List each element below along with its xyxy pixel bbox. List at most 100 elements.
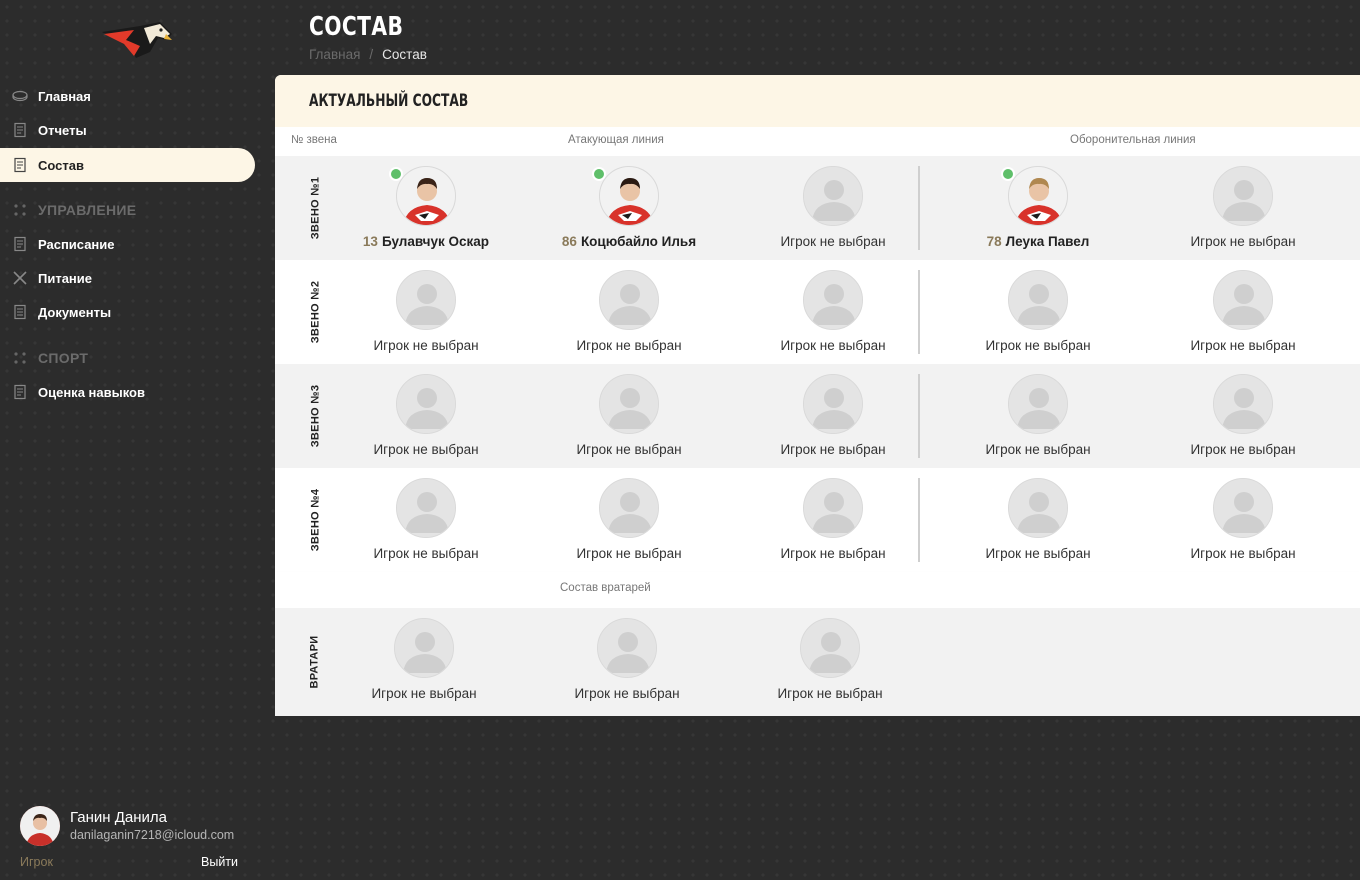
placeholder-avatar-icon	[800, 618, 860, 678]
player-fullname: Леука Павел	[1005, 234, 1090, 249]
nav-label: Главная	[38, 88, 91, 104]
empty-player-slot[interactable]: Игрок не выбран	[738, 166, 928, 256]
player-fullname: Коцюбайло Илья	[580, 234, 697, 249]
nav-item-food[interactable]: Питание	[0, 261, 255, 295]
nav-label: Состав	[38, 157, 84, 173]
empty-player-slot[interactable]: Игрок не выбран	[738, 270, 928, 360]
roster-icon	[12, 157, 28, 173]
placeholder-avatar-icon	[396, 478, 456, 538]
report-icon	[12, 122, 28, 138]
hawk-logo[interactable]	[100, 18, 174, 60]
line-row: ЗВЕНО №1 13 Булавчук Оскар 86 Коцюбайло Илья…	[275, 156, 1360, 260]
empty-slot-label: Игрок не выбран	[1190, 442, 1296, 457]
section-label: УПРАВЛЕНИЕ	[38, 202, 137, 218]
empty-player-slot[interactable]: Игрок не выбран	[735, 618, 925, 708]
line-label: ЗВЕНО №1	[309, 176, 322, 240]
row-label: ЗВЕНО №2	[301, 260, 329, 364]
roster-panel: АКТУАЛЬНЫЙ СОСТАВ № звена Атакующая лини…	[275, 75, 1360, 716]
online-status-dot	[592, 167, 606, 181]
breadcrumb: Главная / Состав	[309, 47, 427, 62]
nav-label: Документы	[38, 304, 112, 320]
empty-player-slot[interactable]: Игрок не выбран	[534, 374, 724, 464]
nav-item-reports[interactable]: Отчеты	[0, 113, 255, 147]
empty-player-slot[interactable]: Игрок не выбран	[943, 374, 1133, 464]
row-label: ВРАТАРИ	[301, 608, 329, 716]
column-header-defense: Оборонительная линия	[1070, 134, 1196, 146]
line-row: ЗВЕНО №2 Игрок не выбран Игрок не выбран Иг…	[275, 260, 1360, 364]
food-icon	[12, 270, 28, 286]
empty-player-slot[interactable]: Игрок не выбран	[534, 270, 724, 360]
placeholder-avatar-icon	[599, 374, 659, 434]
line-row: ЗВЕНО №4 Игрок не выбран Игрок не выбран Иг…	[275, 468, 1360, 572]
empty-player-slot[interactable]: Игрок не выбран	[1148, 270, 1338, 360]
row-label: ЗВЕНО №4	[301, 468, 329, 572]
placeholder-avatar-icon	[1008, 478, 1068, 538]
empty-player-slot[interactable]: Игрок не выбран	[1148, 478, 1338, 568]
goalies-label: ВРАТАРИ	[309, 635, 321, 689]
placeholder-avatar-icon	[1008, 270, 1068, 330]
empty-player-slot[interactable]: Игрок не выбран	[331, 270, 521, 360]
empty-player-slot[interactable]: Игрок не выбран	[738, 478, 928, 568]
column-header-line-number: № звена	[291, 134, 337, 146]
empty-slot-label: Игрок не выбран	[574, 686, 680, 701]
empty-slot-label: Игрок не выбран	[985, 546, 1091, 561]
placeholder-avatar-icon	[803, 166, 863, 226]
online-status-dot	[389, 167, 403, 181]
panel-title: АКТУАЛЬНЫЙ СОСТАВ	[309, 91, 469, 111]
row-label: ЗВЕНО №3	[301, 364, 329, 468]
empty-slot-label: Игрок не выбран	[780, 546, 886, 561]
empty-player-slot[interactable]: Игрок не выбран	[943, 478, 1133, 568]
online-status-dot	[1001, 167, 1015, 181]
empty-player-slot[interactable]: Игрок не выбран	[532, 618, 722, 708]
breadcrumb-separator: /	[369, 47, 374, 62]
section-management: УПРАВЛЕНИЕ	[12, 198, 136, 222]
breadcrumb-home[interactable]: Главная	[309, 47, 360, 62]
empty-player-slot[interactable]: Игрок не выбран	[534, 478, 724, 568]
avatar[interactable]	[20, 806, 60, 846]
empty-player-slot[interactable]: Игрок не выбран	[329, 618, 519, 708]
placeholder-avatar-icon	[1008, 374, 1068, 434]
user-role: Игрок	[20, 855, 53, 869]
placeholder-avatar-icon	[599, 478, 659, 538]
column-header-attack: Атакующая линия	[568, 134, 664, 146]
section-label: СПОРТ	[38, 350, 89, 366]
player-slot[interactable]: 78 Леука Павел	[943, 166, 1133, 256]
empty-player-slot[interactable]: Игрок не выбран	[331, 374, 521, 464]
empty-slot-label: Игрок не выбран	[1190, 546, 1296, 561]
placeholder-avatar-icon	[394, 618, 454, 678]
empty-player-slot[interactable]: Игрок не выбран	[943, 270, 1133, 360]
empty-player-slot[interactable]: Игрок не выбран	[738, 374, 928, 464]
player-slot[interactable]: 13 Булавчук Оскар	[331, 166, 521, 256]
breadcrumb-current: Состав	[382, 47, 427, 62]
empty-slot-label: Игрок не выбран	[1190, 234, 1296, 249]
nav-item-schedule[interactable]: Расписание	[0, 227, 255, 261]
line-label: ЗВЕНО №3	[309, 384, 322, 448]
placeholder-avatar-icon	[803, 374, 863, 434]
schedule-icon	[12, 236, 28, 252]
nav-item-roster[interactable]: Состав	[0, 148, 255, 182]
user-email: danilaganin7218@icloud.com	[70, 828, 235, 842]
empty-player-slot[interactable]: Игрок не выбран	[1148, 166, 1338, 256]
empty-slot-label: Игрок не выбран	[576, 338, 682, 353]
nav-item-skills[interactable]: Оценка навыков	[0, 375, 255, 409]
player-name: 86 Коцюбайло Илья	[534, 234, 724, 249]
nav-item-documents[interactable]: Документы	[0, 295, 255, 329]
player-name: 78 Леука Павел	[943, 234, 1133, 249]
puck-icon	[12, 88, 28, 104]
placeholder-avatar-icon	[1213, 374, 1273, 434]
column-header-goalies: Состав вратарей	[560, 582, 651, 594]
empty-player-slot[interactable]: Игрок не выбран	[331, 478, 521, 568]
player-slot[interactable]: 86 Коцюбайло Илья	[534, 166, 724, 256]
goalies-row: ВРАТАРИ Игрок не выбран Игрок не выбран Иг…	[275, 608, 1360, 716]
player-photo	[1008, 166, 1068, 226]
grid-dots-icon	[14, 352, 26, 364]
documents-icon	[12, 304, 28, 320]
nav-label: Оценка навыков	[38, 384, 145, 400]
goalies-header-band: Состав вратарей	[275, 572, 1360, 608]
panel-header: АКТУАЛЬНЫЙ СОСТАВ	[275, 75, 1360, 127]
nav-item-home[interactable]: Главная	[0, 79, 255, 113]
player-photo	[396, 166, 456, 226]
empty-slot-label: Игрок не выбран	[371, 686, 477, 701]
empty-player-slot[interactable]: Игрок не выбран	[1148, 374, 1338, 464]
logout-button[interactable]: Выйти	[201, 855, 238, 869]
